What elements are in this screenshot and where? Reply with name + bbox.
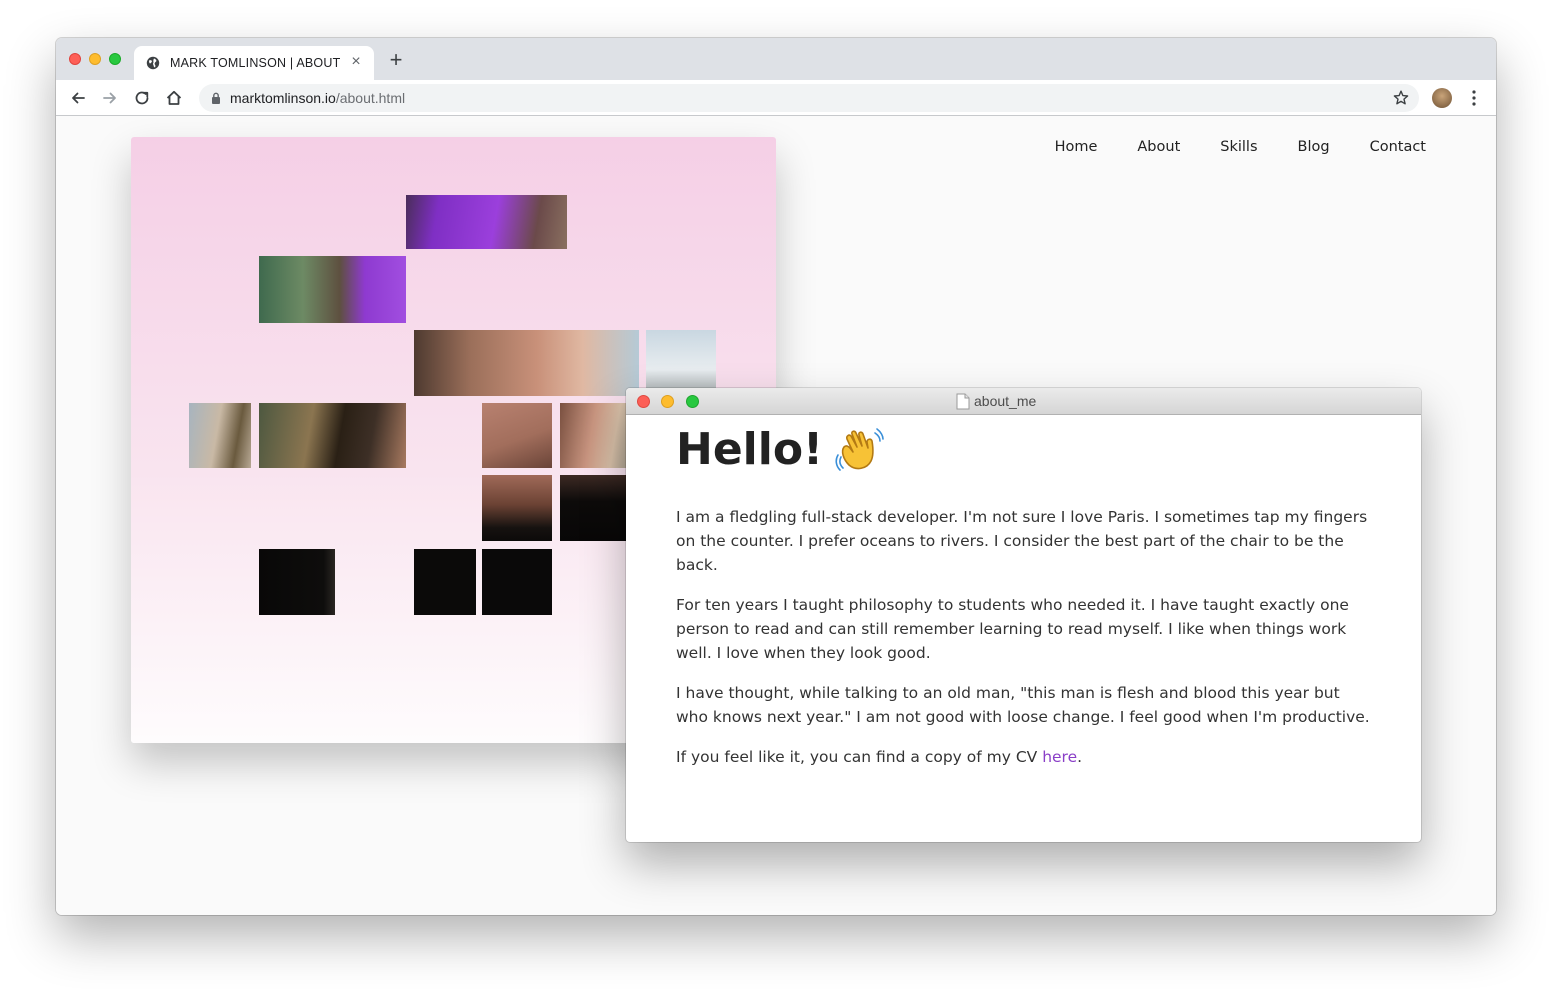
photo-tile (482, 475, 552, 541)
photo-tile (482, 403, 552, 468)
site-nav: Home About Skills Blog Contact (1055, 139, 1426, 155)
home-icon[interactable] (163, 87, 185, 109)
globe-icon (146, 56, 160, 70)
photo-tile (406, 195, 567, 249)
url-path: /about.html (335, 90, 406, 106)
tab-about[interactable]: MARK TOMLINSON | ABOUT × (134, 46, 374, 80)
photo-tile (414, 330, 639, 396)
cv-text-end: . (1077, 748, 1083, 766)
about-paragraph-cv: If you feel like it, you can find a copy… (676, 745, 1376, 769)
photo-tile (259, 549, 335, 615)
nav-skills[interactable]: Skills (1220, 139, 1257, 155)
about-window-title: about_me (974, 393, 1037, 409)
about-me-window: about_me Hello! I am a fledgling full-st… (626, 388, 1421, 842)
photo-tile (560, 403, 630, 468)
star-icon[interactable] (1392, 89, 1410, 107)
url-host: marktomlinson.io (230, 90, 336, 106)
cv-link[interactable]: here (1042, 748, 1077, 766)
window-minimize-button[interactable] (89, 53, 101, 65)
photo-tile (482, 549, 552, 615)
desktop: MARK TOMLINSON | ABOUT × + marktomlinson… (0, 0, 1552, 989)
photo-tile (560, 475, 630, 541)
page-viewport: Home About Skills Blog Contact about_me … (56, 117, 1496, 915)
window-close-button[interactable] (69, 53, 81, 65)
nav-blog[interactable]: Blog (1298, 139, 1330, 155)
photo-tile (259, 256, 406, 323)
url-text: marktomlinson.io/about.html (230, 90, 405, 106)
nav-contact[interactable]: Contact (1370, 139, 1426, 155)
hello-heading: Hello! (676, 424, 824, 475)
photo-tile (646, 330, 716, 396)
browser-window: MARK TOMLINSON | ABOUT × + marktomlinson… (56, 38, 1496, 915)
cv-text: If you feel like it, you can find a copy… (676, 748, 1043, 766)
browser-toolbar: marktomlinson.io/about.html (56, 80, 1496, 116)
forward-icon[interactable] (99, 87, 121, 109)
back-icon[interactable] (67, 87, 89, 109)
address-bar[interactable]: marktomlinson.io/about.html (199, 84, 1419, 112)
about-content: Hello! I am a fledgling full-stack devel… (676, 424, 1376, 785)
about-paragraph-3: I have thought, while talking to an old … (676, 684, 1370, 726)
about-minimize-button[interactable] (661, 395, 674, 408)
avatar[interactable] (1432, 88, 1452, 108)
tab-strip: MARK TOMLINSON | ABOUT × + (56, 38, 1496, 80)
page-title: Hello! (676, 424, 1376, 475)
about-window-titlebar: about_me (626, 388, 1421, 415)
new-tab-button[interactable]: + (386, 49, 406, 71)
about-close-button[interactable] (637, 395, 650, 408)
photo-tile (189, 403, 251, 468)
about-paragraph-1: I am a fledgling full-stack developer. I… (676, 508, 1368, 574)
nav-home[interactable]: Home (1055, 139, 1098, 155)
reload-icon[interactable] (131, 87, 153, 109)
about-zoom-button[interactable] (686, 395, 699, 408)
lock-icon (212, 92, 220, 104)
about-paragraph-2: For ten years I taught philosophy to stu… (676, 596, 1349, 662)
tab-title: MARK TOMLINSON | ABOUT (170, 56, 341, 70)
window-zoom-button[interactable] (109, 53, 121, 65)
close-tab-icon[interactable]: × (348, 54, 364, 70)
photo-tile (259, 403, 406, 468)
document-icon (956, 393, 970, 410)
nav-about[interactable]: About (1137, 139, 1180, 155)
waving-hand-icon (835, 427, 884, 471)
kebab-menu-icon[interactable] (1466, 88, 1482, 108)
photo-tile (414, 549, 476, 615)
